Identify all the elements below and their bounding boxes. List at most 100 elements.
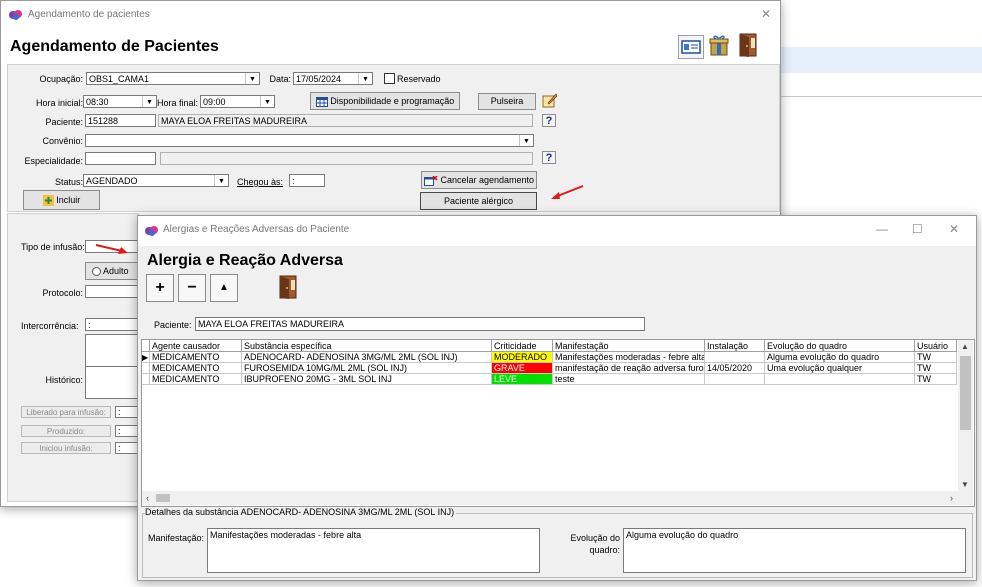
calendar-icon [315,96,328,107]
scroll-thumb[interactable] [156,494,170,502]
reservado-checkbox[interactable] [384,73,395,84]
hora-final-select[interactable]: 09:00 ▼ [200,95,275,108]
remove-button[interactable]: − [178,274,206,302]
especialidade-help-button[interactable]: ? [542,151,556,164]
column-header[interactable]: Substância específica [242,340,492,352]
chegou-field[interactable]: : [289,174,325,187]
chevron-down-icon[interactable]: ▼ [142,96,156,107]
chevron-down-icon[interactable]: ▼ [519,135,533,146]
exit-door-button[interactable] [276,274,302,300]
dialog-titlebar: Alergias e Reações Adversas do Paciente … [138,216,976,246]
id-card-button[interactable] [678,35,704,59]
criticidade-cell[interactable]: LEVE [492,374,553,385]
table-cell[interactable] [705,374,765,385]
evolucao-value: Alguma evolução do quadro [626,530,739,540]
convenio-select[interactable]: ▼ [85,134,534,147]
add-button[interactable]: + [146,274,174,302]
paciente-name-field[interactable]: MAYA ELOA FREITAS MADUREIRA [158,114,533,127]
table-cell[interactable]: TW [915,352,957,363]
gift-button[interactable] [707,33,731,57]
table-cell[interactable]: MEDICAMENTO [150,352,242,363]
maximize-icon[interactable]: ☐ [912,222,923,236]
row-indicator[interactable] [142,363,150,374]
table-cell[interactable]: 14/05/2020 [705,363,765,374]
table-cell[interactable]: Manifestações moderadas - febre alta [553,352,705,363]
liberado-button[interactable]: Liberado para infusão: [21,406,111,418]
data-field[interactable]: 17/05/2024 ▼ [293,72,373,85]
column-header[interactable]: Agente causador [150,340,242,352]
especialidade-code-field[interactable] [85,152,156,165]
close-icon[interactable]: ✕ [761,7,771,21]
table-cell[interactable]: manifestação de reação adversa furos [553,363,705,374]
produzido-button[interactable]: Produzido: [21,425,111,437]
cancel-calendar-icon [423,175,438,186]
evolucao-label-2: quadro: [589,545,620,555]
status-select[interactable]: AGENDADO ▼ [83,174,229,187]
table-cell[interactable]: ADENOCARD- ADENOSINA 3MG/ML 2ML (SOL INJ… [242,352,492,363]
table-cell[interactable]: MEDICAMENTO [150,363,242,374]
hora-inicial-select[interactable]: 08:30 ▼ [83,95,157,108]
table-cell[interactable]: TW [915,374,957,385]
table-cell[interactable] [765,374,915,385]
chevron-down-icon[interactable]: ▼ [245,73,259,84]
evolucao-memo[interactable]: Alguma evolução do quadro [623,528,966,573]
horizontal-scrollbar[interactable]: ‹ › [142,491,973,505]
scroll-up-icon[interactable]: ▲ [961,342,969,351]
table-cell[interactable]: Uma evolução qualquer [765,363,915,374]
criticidade-cell[interactable]: MODERADO [492,352,553,363]
ocupacao-select[interactable]: OBS1_CAMA1 ▼ [86,72,260,85]
background-app-divider [780,96,982,97]
iniciou-button[interactable]: Iniciou infusão: [21,442,111,454]
paciente-help-button[interactable]: ? [542,114,556,127]
move-up-button[interactable]: ▲ [210,274,238,302]
cancelar-agendamento-button[interactable]: Cancelar agendamento [421,171,537,189]
scroll-down-icon[interactable]: ▼ [961,480,969,489]
table-cell[interactable]: FUROSEMIDA 10MG/ML 2ML (SOL INJ) [242,363,492,374]
paciente-alergico-button[interactable]: Paciente alérgico [420,192,537,210]
paciente-alergico-label: Paciente alérgico [443,196,514,206]
column-header[interactable]: Instalação [705,340,765,352]
especialidade-name-field[interactable] [160,152,533,165]
table-cell[interactable]: TW [915,363,957,374]
column-header[interactable]: Usuário [915,340,957,352]
scroll-thumb[interactable] [960,356,971,430]
manifestacao-label: Manifestação: [147,533,204,543]
scroll-right-icon[interactable]: › [950,493,953,503]
exit-door-button[interactable] [736,32,762,58]
table-cell[interactable]: teste [553,374,705,385]
paciente-code-field[interactable]: 151288 [85,114,156,127]
historico-memo-1[interactable] [85,334,145,367]
chevron-down-icon[interactable]: ▼ [358,73,372,84]
row-indicator[interactable]: ▶ [142,352,150,363]
close-icon[interactable]: ✕ [949,222,959,236]
pulseira-button[interactable]: Pulseira [478,93,536,110]
table-cell[interactable]: IBUPROFENO 20MG - 3ML SOL INJ [242,374,492,385]
edit-icon-button[interactable] [542,92,558,108]
row-indicator[interactable] [142,374,150,385]
manifestacao-memo[interactable]: Manifestações moderadas - febre alta [207,528,540,573]
table-cell[interactable]: MEDICAMENTO [150,374,242,385]
disponibilidade-button[interactable]: Disponibilidade e programação [310,92,460,110]
scroll-left-icon[interactable]: ‹ [146,493,149,503]
incluir-button[interactable]: Incluir [23,190,100,210]
vertical-scrollbar[interactable]: ▲ ▼ [958,340,973,491]
column-header[interactable]: Criticidade [492,340,553,352]
table-cell[interactable]: Alguma evolução do quadro [765,352,915,363]
protocolo-field[interactable] [85,285,145,298]
chevron-down-icon[interactable]: ▼ [260,96,274,107]
details-group-title: Detalhes da substância ADENOCARD- ADENOS… [145,507,457,517]
minimize-icon[interactable]: — [876,222,888,236]
historico-memo-2[interactable] [85,366,145,399]
paciente-code-value: 151288 [88,116,119,126]
window-title: Agendamento de pacientes [28,9,150,20]
chevron-down-icon[interactable]: ▼ [214,175,228,186]
table-cell[interactable] [705,352,765,363]
plus-icon: + [155,279,165,296]
criticidade-cell[interactable]: GRAVE [492,363,553,374]
paciente-label: Paciente: [45,117,83,127]
column-header[interactable]: Evolução do quadro [765,340,915,352]
adulto-radio-box[interactable]: Adulto [85,262,145,280]
column-header[interactable]: Manifestação [553,340,705,352]
annotation-arrow [95,244,128,254]
intercorrencia-field[interactable]: : [85,318,145,331]
